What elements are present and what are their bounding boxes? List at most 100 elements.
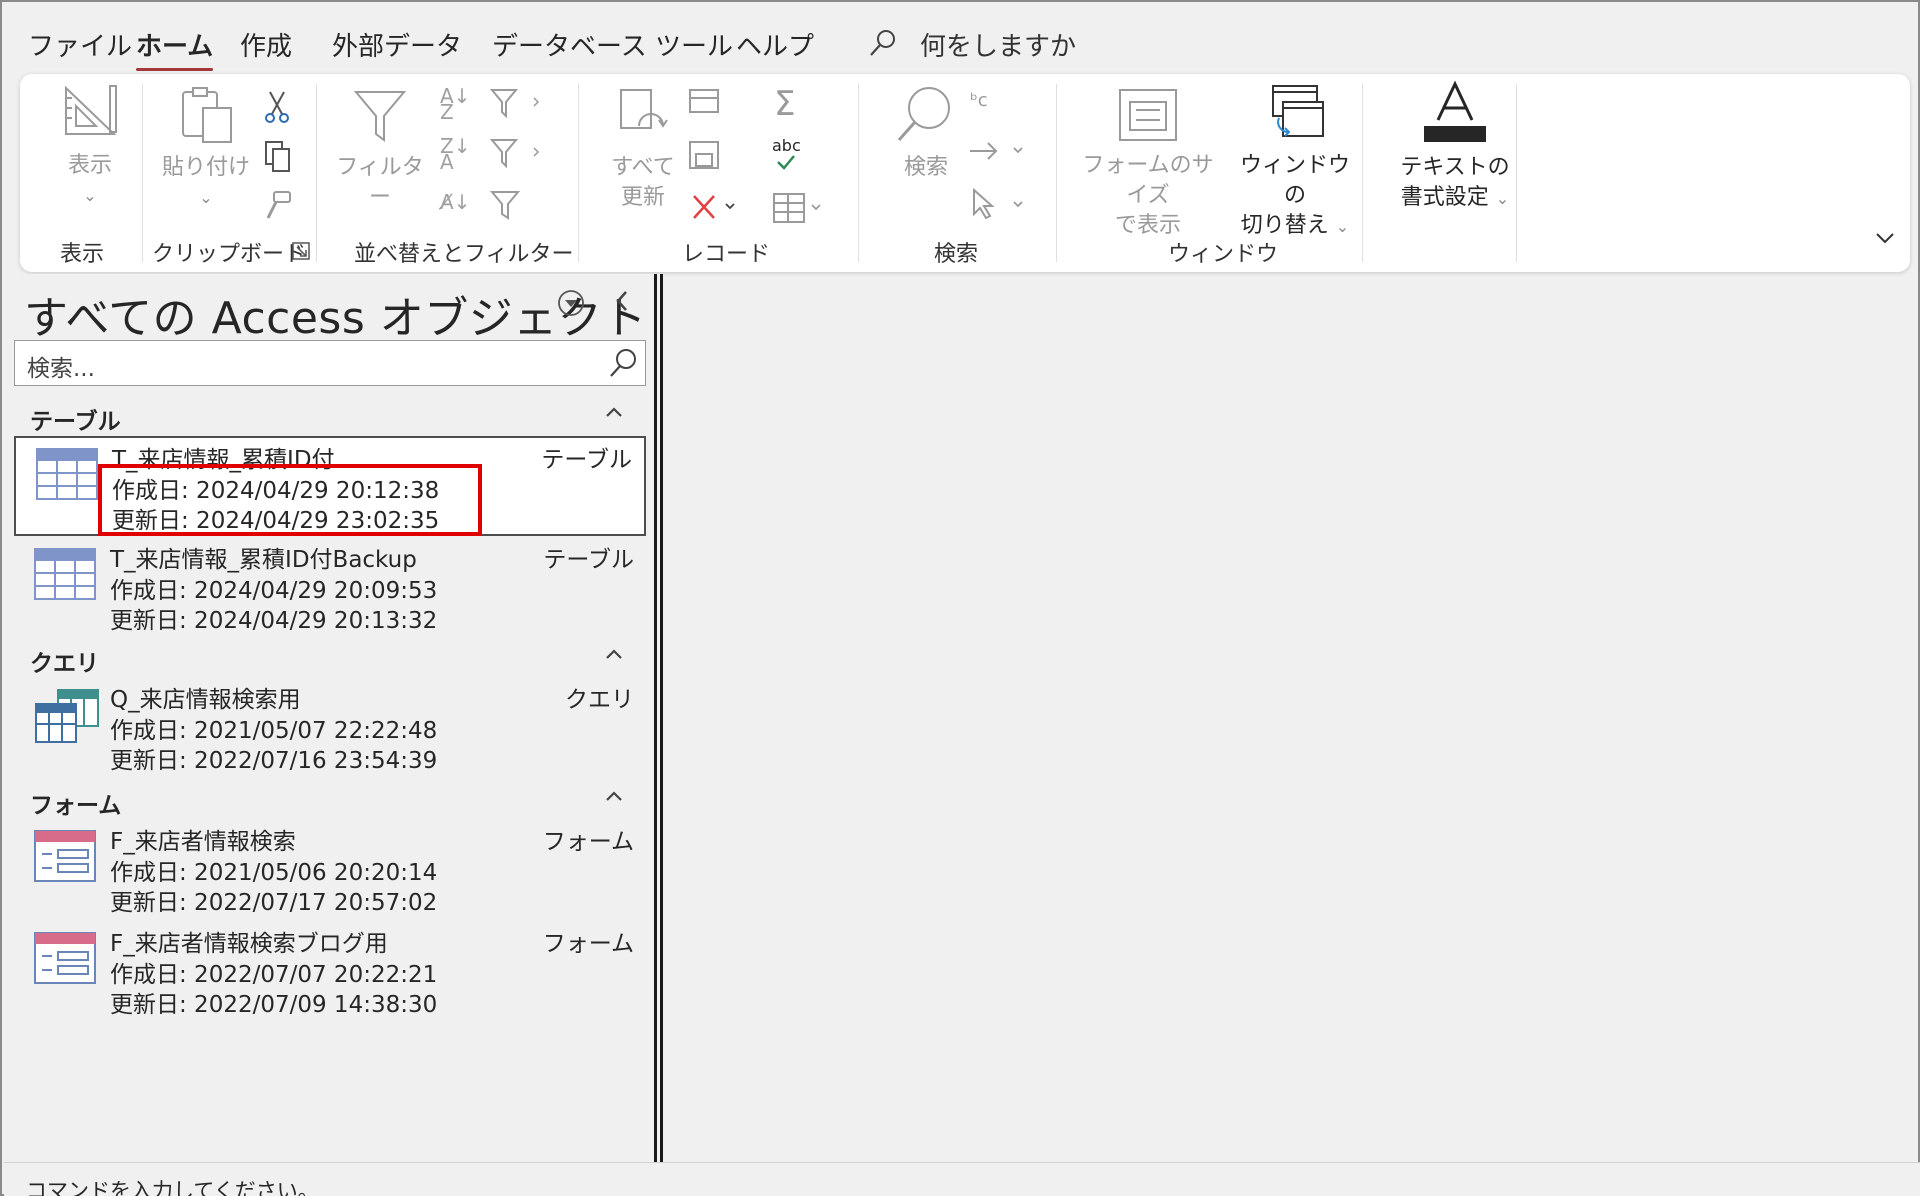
annotation-highlight-box (98, 464, 482, 536)
filter-button-label: フィルター (336, 155, 424, 210)
category-header-queries[interactable]: クエリ (30, 644, 99, 678)
object-type: テーブル (543, 547, 634, 573)
switch-windows-icon (1263, 82, 1327, 151)
new-record-icon[interactable] (688, 88, 722, 122)
nav-menu-chevron-icon[interactable] (556, 288, 586, 322)
view-button[interactable]: 表示 ⌄ (50, 84, 130, 211)
nav-object-item[interactable]: F_来店者情報検索ブログ用 フォーム 作成日: 2022/07/07 20:22… (14, 922, 646, 1022)
nav-search-input[interactable]: 検索... (14, 340, 646, 386)
object-name: F_来店者情報検索 (110, 829, 296, 855)
object-type: クエリ (565, 687, 634, 713)
switch-windows-label-2: 切り替え (1240, 213, 1329, 238)
nav-object-item[interactable]: F_来店者情報検索 フォーム 作成日: 2021/05/06 20:20:14 … (14, 820, 646, 920)
object-name: F_来店者情報検索ブログ用 (110, 931, 388, 957)
sort-descending-icon[interactable]: Z↓ A (440, 136, 470, 172)
tab-home[interactable]: ホーム (136, 26, 214, 71)
toggle-filter-icon[interactable] (489, 190, 521, 224)
fit-to-form-button[interactable]: フォームのサイズ で表示 (1072, 88, 1224, 241)
ribbon: 表示 ⌄ 表示 貼り付け ⌄ クリップボード フィルター A↓ Z Z↓ A A… (20, 74, 1910, 272)
nav-object-item[interactable]: T_来店情報_累積ID付Backup テーブル 作成日: 2024/04/29 … (14, 538, 646, 638)
group-divider (578, 84, 579, 262)
collapse-category-icon[interactable] (604, 642, 624, 667)
chevron-down-icon: ⌄ (1335, 217, 1350, 236)
tab-create[interactable]: 作成 (240, 26, 292, 63)
more-records-icon[interactable] (772, 192, 824, 228)
view-button-label: 表示 (67, 153, 112, 178)
chevron-down-icon: ⌄ (199, 188, 213, 207)
refresh-label-1: すべて (611, 155, 675, 180)
group-label-records: レコード (682, 242, 771, 267)
tell-me-search[interactable]: 何をしますか (868, 26, 1076, 63)
access-window: ファイル ホーム 作成 外部データ データベース ツール ヘルプ 何をしますか … (0, 0, 1920, 1196)
object-name: Q_来店情報検索用 (110, 687, 301, 713)
tab-database-tools[interactable]: データベース ツール (492, 26, 733, 63)
select-icon[interactable] (968, 187, 1030, 226)
ribbon-collapse-icon[interactable] (1874, 230, 1896, 250)
find-button-label: 検索 (903, 155, 948, 180)
go-to-icon[interactable] (968, 138, 1030, 168)
totals-icon[interactable]: Σ (774, 84, 795, 124)
find-button[interactable]: 検索 (888, 84, 964, 183)
collapse-category-icon[interactable] (604, 784, 624, 809)
search-icon (868, 28, 898, 62)
group-label-sort-filter: 並べ替えとフィルター (354, 242, 574, 267)
sort-ascending-icon[interactable]: A↓ Z (440, 86, 470, 122)
object-updated-date: 更新日: 2022/07/09 14:38:30 (110, 992, 438, 1018)
form-icon (34, 830, 96, 886)
group-label-clipboard: クリップボード (152, 242, 307, 267)
delete-record-icon[interactable] (690, 192, 740, 226)
nav-search-placeholder: 検索... (27, 356, 95, 382)
text-format-icon (1422, 80, 1488, 153)
object-created-date: 作成日: 2022/07/07 20:22:21 (110, 962, 438, 988)
checkmark-icon (775, 154, 797, 174)
group-label-window: ウィンドウ (1168, 242, 1279, 267)
collapse-category-icon[interactable] (604, 400, 624, 425)
search-icon (607, 347, 639, 383)
group-divider (858, 84, 859, 262)
filter-icon (352, 88, 408, 153)
switch-windows-label-1: ウィンドウの (1239, 153, 1350, 208)
category-header-tables[interactable]: テーブル (30, 402, 121, 436)
replace-icon[interactable]: ᵇc (970, 90, 988, 111)
chevron-down-icon: ⌄ (1495, 189, 1510, 208)
nav-pane-title: すべての Access オブジェクト (24, 293, 647, 344)
tab-help[interactable]: ヘルプ (736, 26, 814, 63)
spelling-button[interactable]: abc (772, 138, 801, 174)
switch-windows-button[interactable]: ウィンドウの 切り替え ⌄ (1230, 82, 1360, 242)
group-label-view: 表示 (60, 242, 105, 267)
filter-button[interactable]: フィルター (332, 88, 428, 213)
object-updated-date: 更新日: 2022/07/17 20:57:02 (110, 890, 438, 916)
refresh-icon (613, 86, 673, 153)
selection-filter-icon[interactable] (489, 88, 546, 122)
spelling-label: abc (772, 136, 801, 155)
category-header-forms[interactable]: フォーム (30, 786, 121, 820)
tab-external-data[interactable]: 外部データ (332, 26, 462, 63)
group-divider (316, 84, 317, 262)
navigation-pane: すべての Access オブジェクト 検索... テーブル T_来店情報_累積I… (4, 274, 654, 1162)
group-divider (1362, 84, 1363, 262)
text-formatting-button[interactable]: テキストの 書式設定 ⌄ (1380, 80, 1530, 214)
paste-button-label: 貼り付け (161, 155, 250, 180)
copy-icon[interactable] (262, 140, 292, 176)
nav-pane-splitter[interactable] (654, 274, 663, 1162)
clear-sort-icon[interactable]: A̸↓ (440, 190, 470, 214)
object-type: フォーム (542, 829, 634, 855)
refresh-all-button[interactable]: すべて 更新 (598, 86, 688, 213)
save-record-icon[interactable] (688, 140, 722, 174)
paste-button[interactable]: 貼り付け ⌄ (160, 84, 252, 213)
cut-icon[interactable] (262, 90, 292, 128)
collapse-pane-icon[interactable] (610, 286, 634, 324)
object-type: テーブル (541, 447, 632, 473)
tab-file[interactable]: ファイル (28, 26, 132, 63)
advanced-filter-icon[interactable] (489, 138, 546, 172)
dialog-launcher-icon[interactable] (292, 242, 310, 264)
fit-form-label-1: フォームのサイズ (1082, 153, 1214, 208)
view-icon (60, 84, 120, 151)
format-painter-icon[interactable] (262, 190, 292, 226)
refresh-label-2: 更新 (620, 185, 665, 210)
group-divider (1516, 84, 1517, 262)
nav-object-item[interactable]: Q_来店情報検索用 クエリ 作成日: 2021/05/07 22:22:48 更… (14, 678, 646, 778)
group-label-find: 検索 (934, 242, 979, 267)
table-icon (34, 548, 96, 604)
object-created-date: 作成日: 2021/05/07 22:22:48 (110, 718, 438, 744)
